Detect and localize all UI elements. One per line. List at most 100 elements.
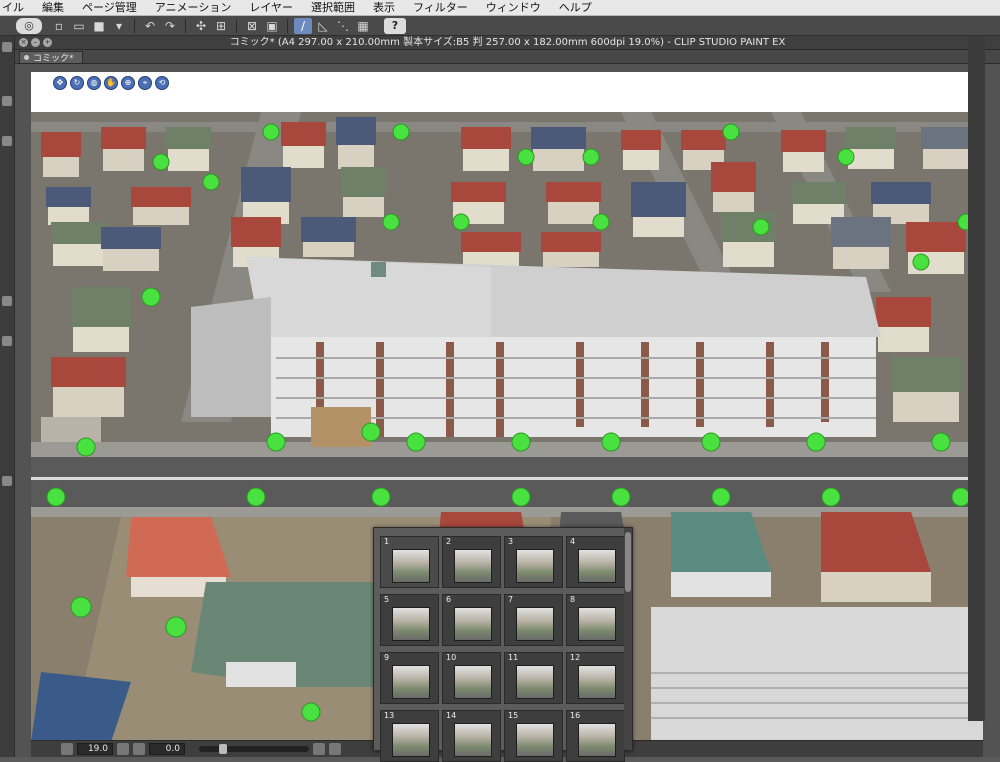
menu-view[interactable]: 表示 bbox=[364, 0, 404, 16]
page-number: 15 bbox=[508, 711, 519, 720]
rail-button[interactable] bbox=[2, 476, 12, 486]
page-thumbnail[interactable]: 6 bbox=[442, 594, 501, 646]
page-number: 16 bbox=[570, 711, 581, 720]
rotate-left-icon[interactable] bbox=[313, 743, 325, 755]
page-thumbnail[interactable]: 15 bbox=[504, 710, 563, 762]
menu-selection[interactable]: 選択範囲 bbox=[302, 0, 364, 16]
page-preview-image bbox=[578, 549, 616, 583]
page-thumbnail[interactable]: 7 bbox=[504, 594, 563, 646]
rotation-field[interactable]: 0.0 bbox=[149, 743, 185, 755]
page-thumbnail-panel: 1 2 3 4 5 6 7 8 9 10 11 12 13 14 15 16 bbox=[373, 527, 633, 762]
rotation-slider[interactable] bbox=[199, 744, 309, 754]
window-title: コミック* (A4 297.00 x 210.00mm 製本サイズ:B5 判 2… bbox=[229, 36, 786, 48]
page-thumbnail[interactable]: 12 bbox=[566, 652, 625, 704]
page-thumbnail[interactable]: 8 bbox=[566, 594, 625, 646]
left-tool-rail bbox=[0, 36, 15, 757]
page-preview-image bbox=[578, 607, 616, 641]
page-thumbnail[interactable]: 10 bbox=[442, 652, 501, 704]
document-tab[interactable]: コミック* bbox=[19, 51, 83, 64]
grid-icon[interactable]: ▦ bbox=[354, 18, 372, 34]
new-file-icon[interactable]: ▫ bbox=[50, 18, 68, 34]
rail-button[interactable] bbox=[2, 136, 12, 146]
erase-icon[interactable]: ⊠ bbox=[243, 18, 261, 34]
ruler-snap-icon[interactable]: ∕ bbox=[294, 17, 312, 34]
slider-knob[interactable] bbox=[219, 744, 227, 754]
page-thumbnail[interactable]: 14 bbox=[442, 710, 501, 762]
page-thumbnail[interactable]: 9 bbox=[380, 652, 439, 704]
page-thumbnail[interactable]: 4 bbox=[566, 536, 625, 588]
redo-icon[interactable]: ↷ bbox=[161, 18, 179, 34]
page-thumbnail[interactable]: 11 bbox=[504, 652, 563, 704]
menu-help[interactable]: ヘルプ bbox=[550, 0, 601, 16]
fit-view-icon[interactable] bbox=[133, 743, 145, 755]
page-preview-image bbox=[454, 665, 492, 699]
fill-icon[interactable]: ▣ bbox=[263, 18, 281, 34]
special-ruler-icon[interactable]: ⋱ bbox=[334, 18, 352, 34]
page-preview-image bbox=[516, 607, 554, 641]
rotate-view-icon[interactable]: ↻ bbox=[70, 76, 84, 90]
zoom-field[interactable]: 19.0 bbox=[77, 743, 113, 755]
page-preview-image bbox=[516, 723, 554, 757]
move-view-icon[interactable]: ✥ bbox=[53, 76, 67, 90]
page-number: 4 bbox=[570, 537, 576, 546]
menu-page-management[interactable]: ページ管理 bbox=[73, 0, 146, 16]
rail-button[interactable] bbox=[2, 96, 12, 106]
page-number: 13 bbox=[384, 711, 395, 720]
page-preview-image bbox=[454, 607, 492, 641]
rotate-right-icon[interactable] bbox=[329, 743, 341, 755]
page-number: 1 bbox=[384, 537, 390, 546]
snap-icon[interactable]: ⊞ bbox=[212, 18, 230, 34]
transform-icon[interactable]: ✣ bbox=[192, 18, 210, 34]
zoom-in-icon[interactable] bbox=[117, 743, 129, 755]
rail-button[interactable] bbox=[2, 336, 12, 346]
page-preview-image bbox=[516, 665, 554, 699]
page-number: 12 bbox=[570, 653, 581, 662]
page-number: 10 bbox=[446, 653, 457, 662]
page-number: 7 bbox=[508, 595, 514, 604]
page-number: 14 bbox=[446, 711, 457, 720]
right-scroll-rail[interactable] bbox=[968, 36, 985, 721]
menu-edit[interactable]: 編集 bbox=[33, 0, 73, 16]
pan-camera-icon[interactable]: ✋ bbox=[104, 76, 118, 90]
menu-layer[interactable]: レイヤー bbox=[240, 0, 302, 16]
page-number: 5 bbox=[384, 595, 390, 604]
page-preview-image bbox=[392, 665, 430, 699]
page-thumbnail[interactable]: 16 bbox=[566, 710, 625, 762]
page-panel-scrollbar[interactable] bbox=[624, 528, 632, 750]
page-number: 3 bbox=[508, 537, 514, 546]
menu-animation[interactable]: アニメーション bbox=[146, 0, 241, 16]
scrollbar-thumb[interactable] bbox=[625, 532, 631, 592]
rail-button[interactable] bbox=[2, 296, 12, 306]
rail-button[interactable] bbox=[2, 42, 12, 52]
orbit-camera-icon[interactable]: ◍ bbox=[87, 76, 101, 90]
tab-close-icon[interactable] bbox=[24, 55, 29, 60]
document-tab-bar: コミック* bbox=[15, 50, 1000, 64]
undo-icon[interactable]: ↶ bbox=[141, 18, 159, 34]
page-preview-image bbox=[578, 665, 616, 699]
dolly-camera-icon[interactable]: ⊕ bbox=[121, 76, 135, 90]
page-preview-image bbox=[454, 723, 492, 757]
app-logo-icon[interactable]: ◎ bbox=[16, 17, 42, 34]
menu-window[interactable]: ウィンドウ bbox=[477, 0, 550, 16]
page-thumbnail[interactable]: 1 bbox=[380, 536, 439, 588]
page-thumbnail[interactable]: 5 bbox=[380, 594, 439, 646]
zoom-camera-icon[interactable]: ⌖ bbox=[138, 76, 152, 90]
zoom-out-icon[interactable] bbox=[61, 743, 73, 755]
page-preview-image bbox=[454, 549, 492, 583]
open-file-icon[interactable]: ▭ bbox=[70, 18, 88, 34]
page-thumbnail[interactable]: 13 bbox=[380, 710, 439, 762]
save-menu-icon[interactable]: ▾ bbox=[110, 18, 128, 34]
toolbar-divider bbox=[287, 18, 288, 33]
page-preview-image bbox=[392, 607, 430, 641]
save-icon[interactable]: ■ bbox=[90, 18, 108, 34]
toolbar-divider bbox=[236, 18, 237, 33]
page-thumbnail[interactable]: 2 bbox=[442, 536, 501, 588]
menu-filter[interactable]: フィルター bbox=[404, 0, 477, 16]
menu-file[interactable]: イル bbox=[0, 0, 33, 16]
page-preview-image bbox=[578, 723, 616, 757]
page-preview-image bbox=[392, 723, 430, 757]
perspective-ruler-icon[interactable]: ◺ bbox=[314, 18, 332, 34]
reset-camera-icon[interactable]: ⟲ bbox=[155, 76, 169, 90]
page-thumbnail[interactable]: 3 bbox=[504, 536, 563, 588]
help-icon[interactable]: ? bbox=[384, 17, 406, 34]
